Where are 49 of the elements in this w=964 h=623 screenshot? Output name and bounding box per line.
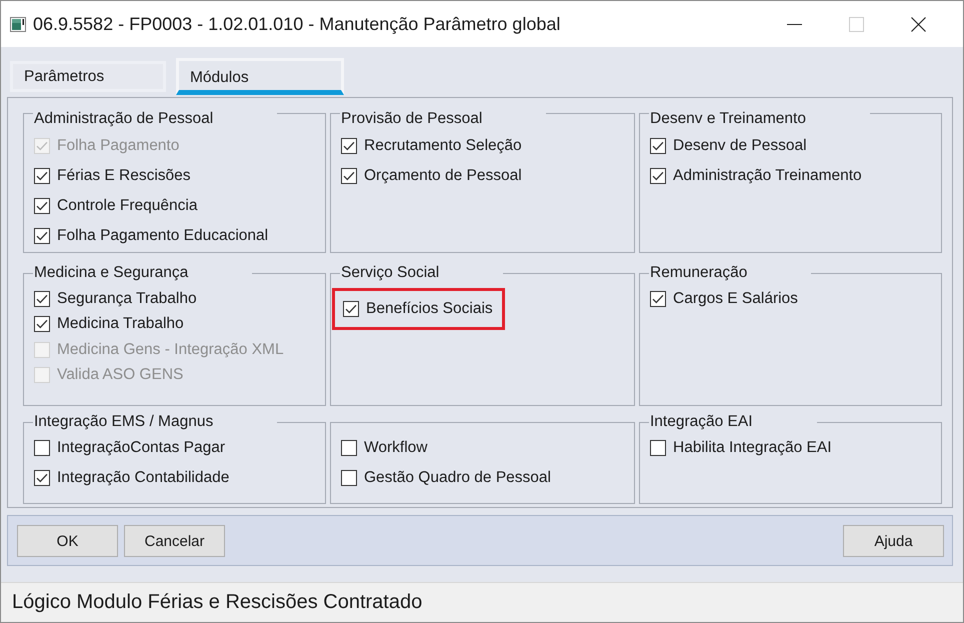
group-title: Provisão de Pessoal: [341, 110, 482, 127]
group-title: Medicina e Segurança: [34, 264, 188, 281]
checkbox[interactable]: [343, 301, 359, 317]
checkbox-label[interactable]: Controle Frequência: [57, 197, 198, 215]
checkbox-label[interactable]: Recrutamento Seleção: [364, 137, 522, 155]
tab[interactable]: Módulos: [176, 58, 344, 95]
tab[interactable]: Parâmetros: [10, 61, 166, 92]
checkbox[interactable]: [341, 470, 357, 486]
checkbox[interactable]: [34, 198, 50, 214]
close-icon[interactable]: [910, 16, 926, 32]
checkbox[interactable]: [650, 440, 666, 456]
checkbox-label[interactable]: Habilita Integração EAI: [673, 439, 832, 457]
checkbox[interactable]: [34, 316, 50, 332]
group-title: Administração de Pessoal: [34, 110, 214, 127]
checkbox[interactable]: [34, 440, 50, 456]
checkbox[interactable]: [34, 168, 50, 184]
checkbox-label[interactable]: Orçamento de Pessoal: [364, 167, 522, 185]
group-title: Desenv e Treinamento: [650, 110, 806, 127]
checkbox[interactable]: [650, 138, 666, 154]
checkbox-label[interactable]: Medicina Trabalho: [57, 315, 184, 334]
group-title: Integração EMS / Magnus: [34, 413, 214, 430]
checkbox[interactable]: [341, 440, 357, 456]
checkbox-label[interactable]: Desenv de Pessoal: [673, 137, 807, 155]
checkbox[interactable]: [341, 138, 357, 154]
group-title: Serviço Social: [341, 264, 440, 281]
checkbox-label[interactable]: Gestão Quadro de Pessoal: [364, 469, 551, 487]
group-title: Integração EAI: [650, 413, 753, 430]
status-text: Lógico Modulo Férias e Rescisões Contratado: [12, 591, 422, 614]
checkbox[interactable]: [34, 228, 50, 244]
dialog-button[interactable]: Cancelar: [124, 525, 225, 557]
checkbox-label[interactable]: Folha Pagamento Educacional: [57, 227, 268, 245]
checkbox-label[interactable]: Benefícios Sociais: [366, 300, 493, 318]
checkbox-label[interactable]: Férias E Rescisões: [57, 167, 191, 185]
checkbox[interactable]: [34, 290, 50, 307]
checkbox-label[interactable]: IntegraçãoContas Pagar: [57, 439, 226, 457]
app-icon: [10, 16, 26, 32]
checkbox[interactable]: [341, 168, 357, 184]
checkbox-label[interactable]: Administração Treinamento: [673, 167, 862, 185]
checkbox-label[interactable]: Workflow: [364, 439, 428, 457]
window-title: 06.9.5582 - FP0003 - 1.02.01.010 - Manutenção Parâmetro global: [33, 14, 562, 34]
checkbox[interactable]: [650, 290, 666, 307]
help-button[interactable]: Ajuda: [843, 525, 944, 557]
checkbox-label[interactable]: Segurança Trabalho: [57, 290, 197, 308]
checkbox[interactable]: [650, 168, 666, 184]
group-title: Remuneração: [650, 264, 748, 281]
dialog-button[interactable]: OK: [17, 525, 118, 557]
checkbox[interactable]: [34, 470, 50, 486]
checkbox-label[interactable]: Cargos E Salários: [673, 290, 798, 308]
checkbox-label[interactable]: Integração Contabilidade: [57, 469, 230, 487]
